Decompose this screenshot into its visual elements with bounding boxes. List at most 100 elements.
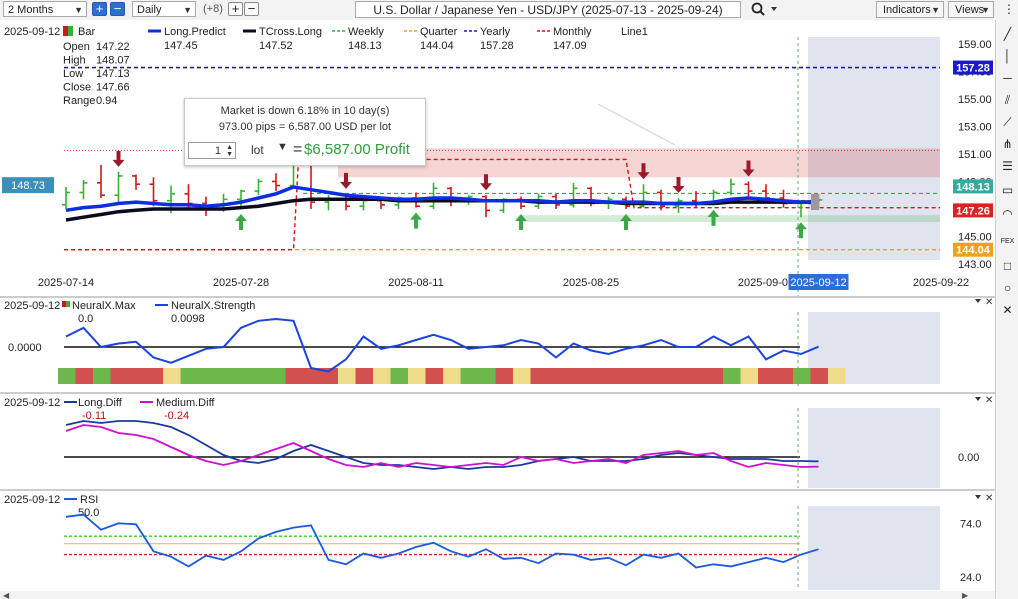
neuralx-signal-cell [565,368,583,384]
move-tooltip: Market is down 6.18% in 10 day(s) 973.00… [184,98,426,166]
diff-date-label: 2025-09-12 [4,397,60,409]
diff-panel[interactable]: 2025-09-12 Long.Diff-0.11 Medium.Diff-0.2… [0,395,995,491]
neuralx-signal-cell [163,368,181,384]
neuralx-signal-cell [58,368,76,384]
svg-text:✕: ✕ [985,493,993,504]
pitchfork-tool-icon[interactable]: ⋔ [998,134,1017,154]
horizontal-scrollbar[interactable]: ◀ ▶ [0,591,995,599]
remove-range-button[interactable]: − [110,2,125,16]
legend-series-name: Quarter [420,26,458,38]
legend-series-value: 147.52 [259,40,293,52]
time-axis-label: 2025-09-22 [913,277,969,289]
neuralx-signal-cell [303,368,321,384]
neuralx-signal-cell [285,368,303,384]
neuralx-signal-cell [180,368,198,384]
trend-tool-icon[interactable]: ⟋ [998,112,1017,132]
neuralx-signal-cell [215,368,233,384]
toolbar: 2 Months ▼ + − Daily ▼ (+8) + − U.S. Dol… [0,0,1018,21]
symbol-title-text: U.S. Dollar / Japanese Yen - USD/JPY (20… [373,3,723,17]
neuralx-signal-cell [460,368,478,384]
time-axis-label: 2025-09-12 [790,277,846,289]
time-axis-label: 2025-07-14 [38,277,94,289]
time-axis-label: 2025-09-08 [738,277,794,289]
neuralx-signal-cell [793,368,811,384]
neuralx-signal-cell [128,368,146,384]
views-button[interactable]: Views ▼ [948,1,994,18]
add-range-button[interactable]: + [92,2,107,16]
range-select-value: 2 Months [8,4,54,16]
ohlc-readout-value: 147.66 [96,82,130,94]
legend-series-value: 144.04 [420,40,454,52]
neuralx-signal-cell [600,368,618,384]
interval-select[interactable]: Daily ▼ [132,1,196,17]
search-button[interactable] [746,1,782,18]
interval-select-value: Daily [137,4,162,16]
neuralx-signal-cell [250,368,268,384]
channel-tool-icon[interactable]: ⫽ [998,90,1017,110]
neuralx-signal-cell [618,368,636,384]
neuralx-signal-cell [443,368,461,384]
remove-offset-button[interactable]: − [244,2,259,16]
delete-tool-icon[interactable]: ✕ [998,300,1017,320]
time-axis-label: 2025-08-11 [388,277,443,289]
svg-text:✕: ✕ [985,297,993,308]
indicators-button[interactable]: Indicators ▼ [876,1,944,18]
chevron-down-icon[interactable]: ▼ [277,141,288,153]
svg-text:▶: ▶ [962,591,969,599]
legend-series-name: Long.Diff [78,397,123,409]
neuralx-signal-cell [390,368,408,384]
neuralx-icon [62,301,70,307]
diff-panel-controls[interactable]: ✕ [975,395,993,406]
neuralx-signal-cell [75,368,93,384]
price-panel[interactable]: 143.00145.00147.00149.00151.00153.00155.… [0,20,995,298]
line-tool-icon[interactable]: ╱ [998,24,1017,44]
drawing-toolbar: ╱ │ ─ ⫽ ⟋ ⋔ ☰ ▭ ◠ FEX □ ○ ✕ [995,20,1018,599]
fibonacci-tool-icon[interactable]: FEX [998,232,1017,252]
arc-tool-icon[interactable]: ◠ [998,204,1017,224]
rsi-panel[interactable]: 2025-09-12 RSI50.0 74.0 24.0 ✕ [4,493,993,590]
levels-tool-icon[interactable]: ☰ [998,156,1017,176]
vertical-line-tool-icon[interactable]: │ [998,46,1017,66]
ellipse-tool-icon[interactable]: ○ [998,278,1017,298]
add-offset-button[interactable]: + [228,2,243,16]
chevron-down-icon: ▼ [74,5,83,15]
ohlc-readout-value: 147.13 [96,68,130,80]
neuralx-panel[interactable]: 2025-09-12 NeuralX.Max0.0 NeuralX.Strengt… [0,297,995,394]
lot-quantity-input[interactable]: 1 ▲ ▼ [188,142,236,159]
horizontal-line-tool-icon[interactable]: ─ [998,68,1017,88]
legend-series-value: 0.0098 [171,313,205,325]
lot-quantity-value: 1 [214,145,221,157]
neuralx-signal-cell [548,368,566,384]
neuralx-signal-cell [583,368,601,384]
views-label: Views [955,4,985,16]
legend-series-value: -0.24 [164,410,189,422]
rsi-panel-controls[interactable]: ✕ [975,493,993,504]
chart-canvas: 143.00145.00147.00149.00151.00153.00155.… [0,20,995,599]
neuralx-signal-cell [425,368,443,384]
neuralx-signal-cell [355,368,373,384]
neuralx-signal-cell [268,368,286,384]
neuralx-signal-cell [110,368,128,384]
range-select[interactable]: 2 Months ▼ [3,1,87,17]
legend-series-name: Monthly [553,26,592,38]
spinner-arrows-icon[interactable]: ▲ ▼ [226,144,233,158]
symbol-title[interactable]: U.S. Dollar / Japanese Yen - USD/JPY (20… [355,1,741,18]
legend-series-name: NeuralX.Max [72,300,136,312]
neuralx-panel-controls[interactable]: ✕ [975,297,993,308]
more-menu-icon[interactable]: ⋮ [1003,2,1015,16]
tooltip-change-text: Market is down 6.18% in 10 day(s) [220,105,390,117]
neuralx-signal-cell [233,368,251,384]
chevron-down-icon: ▼ [183,5,192,15]
rectangle-tool-icon[interactable]: □ [998,256,1017,276]
svg-text:◀: ◀ [3,591,10,599]
neuralx-signal-cell [373,368,391,384]
chevron-down-icon: ▼ [981,5,990,15]
price-tag-label: 144.04 [956,245,991,257]
callout-tool-icon[interactable]: ▭ [998,180,1017,200]
rsi-axis-label: 74.0 [960,518,981,530]
neuralx-signal-cell [145,368,163,384]
bar-icon [63,26,73,36]
neuralx-signal-cell [705,368,723,384]
neuralx-signal-cell [530,368,548,384]
tooltip-pips-text: 973.00 pips = 6,587.00 USD per lot [218,121,392,133]
